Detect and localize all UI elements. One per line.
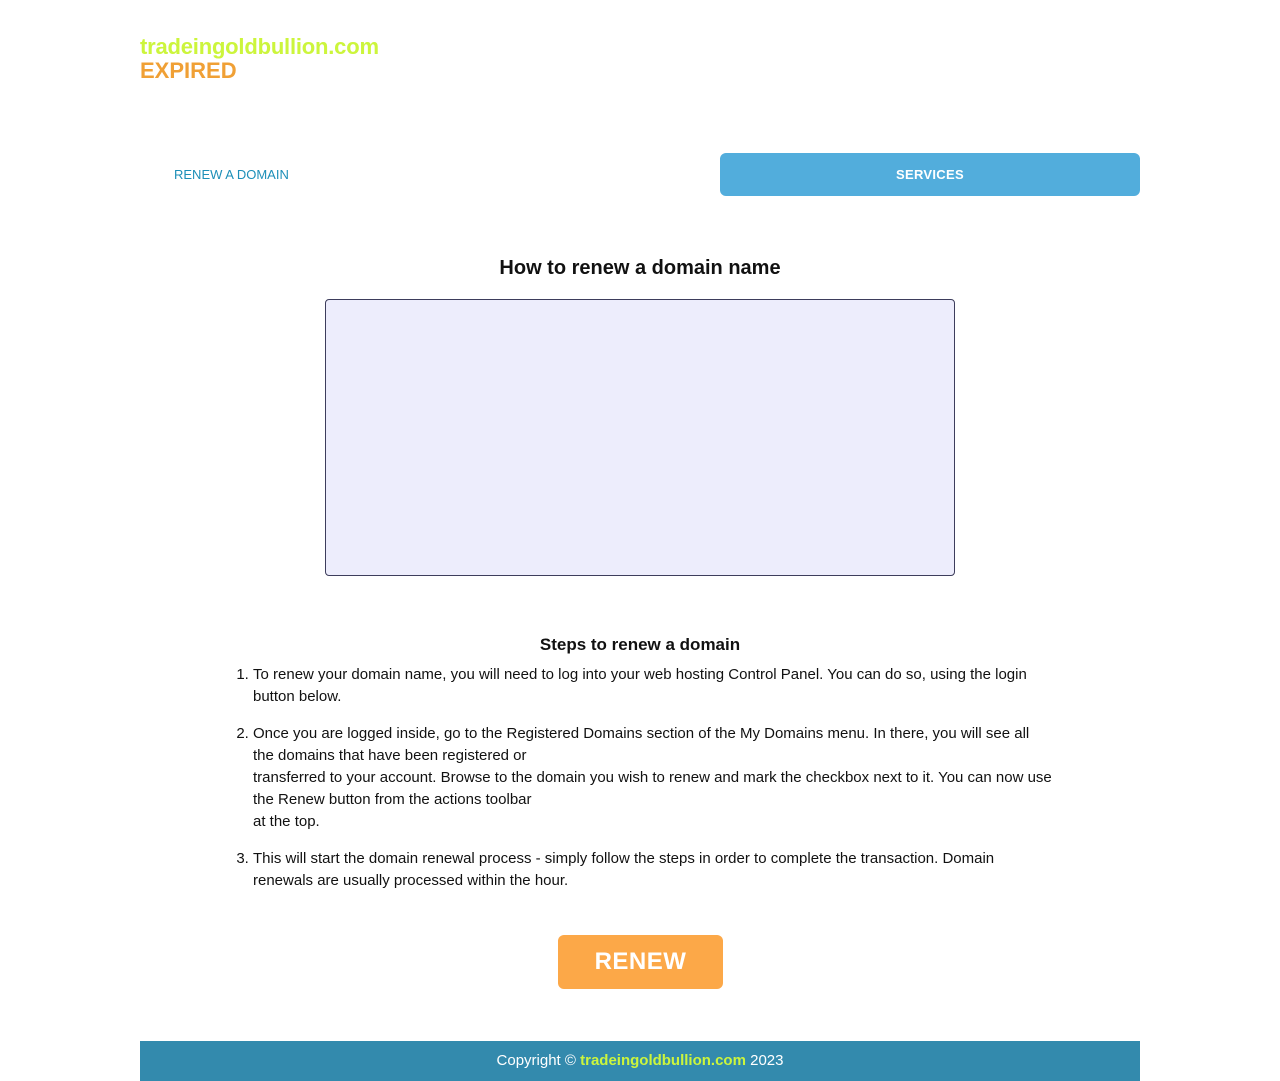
step-2-line-2: transferred to your account. Browse to t… xyxy=(253,769,1052,808)
footer-year: 2023 xyxy=(750,1052,784,1069)
footer-copyright: Copyright © xyxy=(496,1052,576,1069)
renew-button[interactable]: RENEW xyxy=(558,935,723,989)
howto-title: How to renew a domain name xyxy=(499,257,781,279)
step-2-line-1: Once you are logged inside, go to the Re… xyxy=(253,725,1030,764)
brand-status: EXPIRED xyxy=(140,58,237,83)
brand-domain: tradeingoldbullion.com xyxy=(140,34,379,59)
steps-list: To renew your domain name, you will need… xyxy=(233,664,1053,907)
step-1-line-1: To renew your domain name, you will need… xyxy=(253,666,1027,705)
footer: Copyright © tradeingoldbullion.com 2023 xyxy=(140,1041,1140,1081)
step-item: To renew your domain name, you will need… xyxy=(253,664,1053,708)
step-item: This will start the domain renewal proce… xyxy=(253,848,1053,892)
step-3-line-1: This will start the domain renewal proce… xyxy=(253,850,995,889)
renew-domain-link[interactable]: RENEW A DOMAIN xyxy=(174,153,289,196)
step-2-line-3: at the top. xyxy=(253,813,320,830)
steps-title: Steps to renew a domain xyxy=(539,635,741,654)
footer-domain: tradeingoldbullion.com xyxy=(580,1052,746,1069)
step-item: Once you are logged inside, go to the Re… xyxy=(253,723,1053,833)
services-button[interactable]: SERVICES xyxy=(720,153,1140,196)
video-placeholder xyxy=(325,299,955,576)
nav-bar: RENEW A DOMAIN SERVICES xyxy=(140,153,1140,196)
page-container: tradeingoldbullion.com EXPIRED RENEW A D… xyxy=(140,0,1140,1081)
brand-block: tradeingoldbullion.com EXPIRED xyxy=(140,35,379,83)
